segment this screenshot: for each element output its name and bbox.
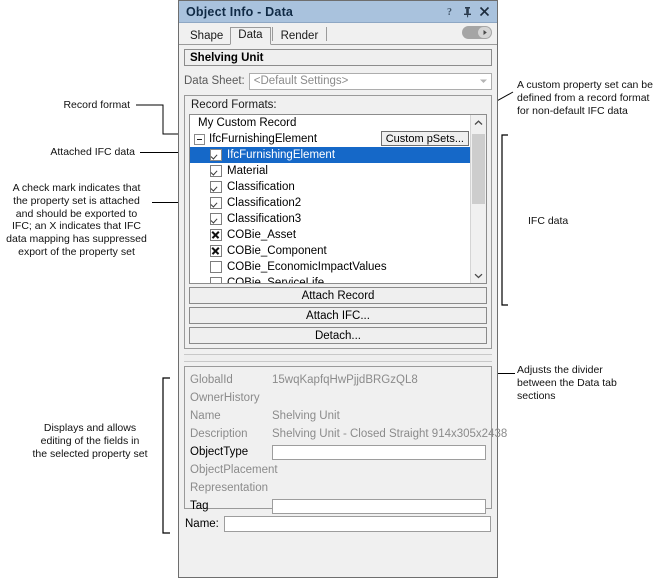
field-row-representation: Representation [190,479,486,497]
data-sheet-label: Data Sheet: [184,75,245,87]
footer-name-label: Name: [185,518,219,530]
list-item-my-custom-record[interactable]: My Custom Record [190,115,470,131]
annotation-adjusts-divider: Adjusts the divider between the Data tab… [517,364,657,402]
field-label: Representation [190,482,272,494]
objecttype-input[interactable] [272,445,486,460]
chevron-right-icon [478,27,491,38]
checkbox-unchecked-icon[interactable] [210,277,222,284]
list-item-classification[interactable]: Classification [190,179,470,195]
field-label: Tag [190,500,272,512]
list-item-cobie-component[interactable]: COBie_Component [190,243,470,259]
annotation-attached-ifc-data: Attached IFC data [10,146,135,159]
tab-data[interactable]: Data [230,27,270,45]
list-item-label: Material [227,165,268,177]
data-sheet-select[interactable]: <Default Settings> [249,73,492,90]
tab-separator-1 [272,27,273,41]
checkbox-checked-icon[interactable] [210,197,222,209]
checkbox-x-icon[interactable] [210,229,222,241]
list-item-classification3[interactable]: Classification3 [190,211,470,227]
field-row-globalid: GlobalId 15wqKapfqHwPjjdBRGzQL8 [190,371,486,389]
field-label: ObjectType [190,446,272,458]
checkbox-x-icon[interactable] [210,245,222,257]
scroll-up-icon[interactable] [471,115,486,130]
list-item-label: Classification2 [227,197,301,209]
data-sheet-row: Data Sheet: <Default Settings> [184,71,492,91]
panel-body: Shelving Unit Data Sheet: <Default Setti… [179,45,497,534]
attach-ifc-button[interactable]: Attach IFC... [189,307,487,324]
field-value: 15wqKapfqHwPjjdBRGzQL8 [272,374,486,386]
list-item-classification2[interactable]: Classification2 [190,195,470,211]
field-row-tag[interactable]: Tag [190,497,486,515]
list-item-label: IfcFurnishingElement [209,133,317,145]
list-item-ifcfurnishingelement[interactable]: IfcFurnishingElement [190,147,470,163]
field-row-name: Name Shelving Unit [190,407,486,425]
list-item-cobie-economicimpactvalues[interactable]: COBie_EconomicImpactValues [190,259,470,275]
window-titlebar[interactable]: Object Info - Data ? [179,1,497,23]
checkbox-checked-icon[interactable] [210,149,222,161]
list-item-label: IfcFurnishingElement [227,149,335,161]
field-value: Shelving Unit [272,410,486,422]
list-item-label: COBie_Asset [227,229,296,241]
window-title: Object Info - Data [186,5,442,19]
list-item-material[interactable]: Material [190,163,470,179]
panel-expand-toggle[interactable] [462,26,492,39]
tab-render[interactable]: Render [274,28,326,45]
checkbox-checked-icon[interactable] [210,181,222,193]
tab-separator-2 [326,27,327,41]
fields-panel: GlobalId 15wqKapfqHwPjjdBRGzQL8 OwnerHis… [184,366,492,509]
annotation-ifc-data: IFC data [528,215,628,228]
section-divider-handle[interactable] [184,354,492,362]
data-sheet-value: <Default Settings> [250,75,476,87]
checkbox-checked-icon[interactable] [210,165,222,177]
object-name-header: Shelving Unit [184,49,492,66]
record-formats-group: Record Formats: My Custom Record IfcFurn… [184,95,492,349]
field-label: Name [190,410,272,422]
checkbox-unchecked-icon[interactable] [210,261,222,273]
annotation-record-format: Record format [10,99,130,112]
object-info-window: Object Info - Data ? Shape Data Render [178,0,498,578]
field-label: Description [190,428,272,440]
scrollbar-thumb[interactable] [472,134,485,204]
attach-record-button[interactable]: Attach Record [189,287,487,304]
tab-shape[interactable]: Shape [183,28,230,45]
field-row-description: Description Shelving Unit - Closed Strai… [190,425,486,443]
scrollbar-track[interactable] [471,130,486,268]
list-item-label: COBie_Component [227,245,327,257]
list-item-label: COBie_EconomicImpactValues [227,261,387,273]
list-scrollbar[interactable] [470,115,486,283]
footer-name-row: Name: [184,514,492,534]
list-item-label: My Custom Record [198,117,296,129]
field-row-objectplacement: ObjectPlacement [190,461,486,479]
annotation-check-mark-note: A check mark indicates that the property… [4,182,149,259]
detach-button[interactable]: Detach... [189,327,487,344]
annotation-custom-property-set: A custom property set can be defined fro… [517,79,659,117]
list-item-label: Classification3 [227,213,301,225]
record-formats-label: Record Formats: [189,99,487,114]
pin-icon[interactable] [459,3,476,21]
list-item-cobie-servicelife[interactable]: COBie_ServiceLife [190,275,470,284]
field-label: ObjectPlacement [190,464,272,476]
tab-bar: Shape Data Render [179,23,497,45]
checkbox-checked-icon[interactable] [210,213,222,225]
tag-input[interactable] [272,499,486,514]
field-row-ownerhistory: OwnerHistory [190,389,486,407]
field-value: Shelving Unit - Closed Straight 914x305x… [272,428,507,440]
footer-name-input[interactable] [224,516,491,532]
list-item-label: Classification [227,181,295,193]
list-item-label: COBie_ServiceLife [227,277,324,284]
list-item-cobie-asset[interactable]: COBie_Asset [190,227,470,243]
scroll-down-icon[interactable] [471,268,486,283]
field-label: OwnerHistory [190,392,272,404]
field-label: GlobalId [190,374,272,386]
collapse-icon[interactable] [194,134,205,145]
annotation-displays-fields: Displays and allows editing of the field… [20,422,160,460]
chevron-down-icon[interactable] [476,74,491,89]
record-formats-list[interactable]: My Custom Record IfcFurnishingElement If… [189,114,487,284]
close-icon[interactable] [476,3,493,21]
custom-psets-button[interactable]: Custom pSets... [381,131,469,146]
help-icon[interactable]: ? [442,3,459,21]
field-row-objecttype[interactable]: ObjectType [190,443,486,461]
svg-text:?: ? [447,7,452,18]
